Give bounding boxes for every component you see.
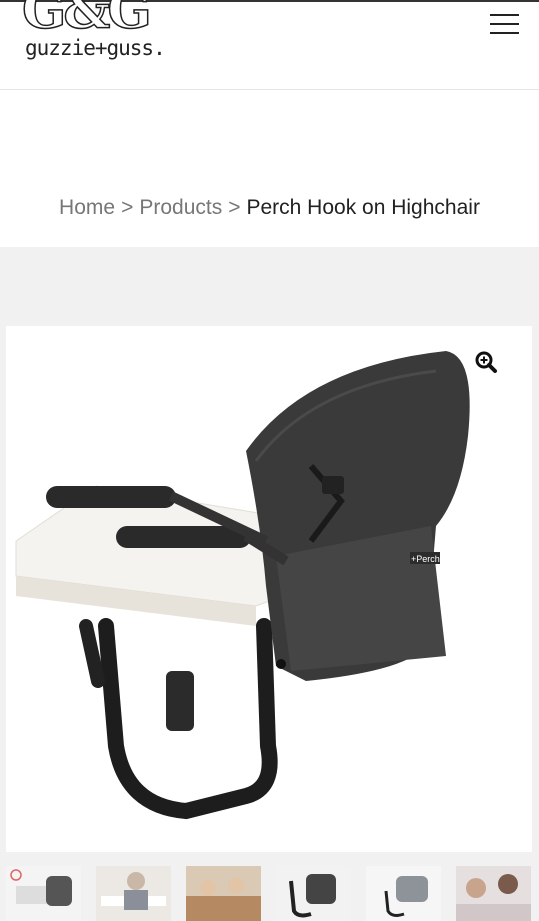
thumbnail-strip: [6, 866, 539, 921]
product-main-image[interactable]: +Perch: [6, 326, 532, 852]
chair-brand-label: +Perch: [411, 554, 440, 564]
hook-on-highchair-image: +Perch: [15, 351, 470, 820]
thumbnail-5[interactable]: [366, 866, 441, 921]
brand-logo[interactable]: G&G guzzie+guss.: [21, 0, 172, 72]
thumbnail-1[interactable]: [6, 866, 81, 921]
thumbnail-6[interactable]: [456, 866, 531, 921]
breadcrumb-separator: >: [228, 196, 241, 219]
logo-wordmark: guzzie+guss.: [25, 36, 166, 60]
thumbnail-4[interactable]: [276, 866, 351, 921]
breadcrumb-separator: >: [121, 196, 134, 219]
breadcrumb-current-page: Perch Hook on Highchair: [246, 196, 480, 219]
hamburger-menu-icon[interactable]: [489, 12, 521, 38]
breadcrumb-home-link[interactable]: Home: [59, 196, 115, 219]
thumbnail-2[interactable]: [96, 866, 171, 921]
thumbnail-3[interactable]: [186, 866, 261, 921]
breadcrumb-section: Home > Products > Perch Hook on Highchair: [0, 90, 539, 247]
zoom-in-icon[interactable]: [474, 350, 498, 374]
site-header: G&G guzzie+guss.: [0, 0, 539, 90]
breadcrumb-products-link[interactable]: Products: [139, 196, 222, 219]
breadcrumb: Home > Products > Perch Hook on Highchair: [0, 196, 539, 220]
logo-mark: G&G: [21, 0, 152, 42]
